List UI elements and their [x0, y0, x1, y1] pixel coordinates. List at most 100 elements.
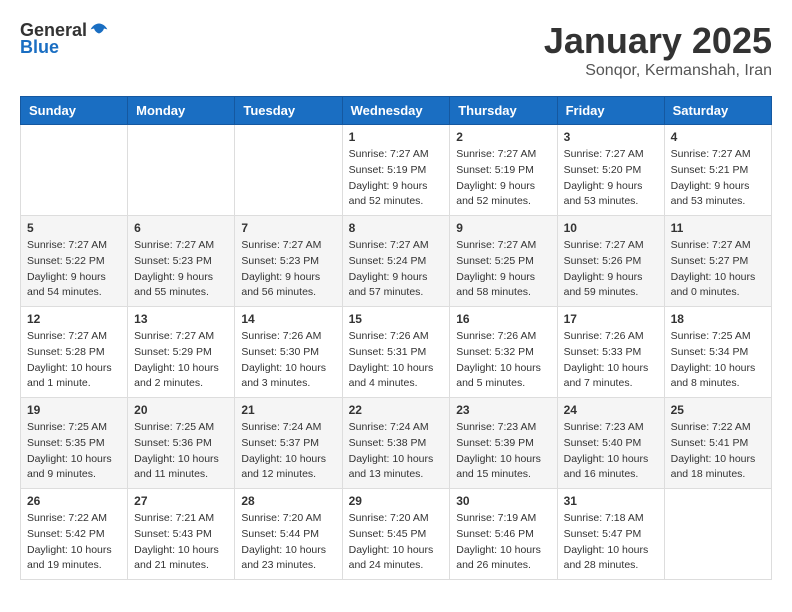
day-info: Sunrise: 7:27 AM Sunset: 5:23 PM Dayligh… [241, 238, 335, 301]
day-info: Sunrise: 7:27 AM Sunset: 5:29 PM Dayligh… [134, 329, 228, 392]
day-info: Sunrise: 7:21 AM Sunset: 5:43 PM Dayligh… [134, 511, 228, 574]
calendar-day-cell: 4 Sunrise: 7:27 AM Sunset: 5:21 PM Daylig… [664, 125, 771, 216]
day-info: Sunrise: 7:25 AM Sunset: 5:35 PM Dayligh… [27, 420, 121, 483]
day-info: Sunrise: 7:27 AM Sunset: 5:26 PM Dayligh… [564, 238, 658, 301]
day-info: Sunrise: 7:25 AM Sunset: 5:34 PM Dayligh… [671, 329, 765, 392]
day-of-week-header: Tuesday [235, 97, 342, 125]
day-number: 16 [456, 312, 550, 326]
day-info: Sunrise: 7:20 AM Sunset: 5:44 PM Dayligh… [241, 511, 335, 574]
day-number: 4 [671, 130, 765, 144]
calendar-day-cell: 12Sunrise: 7:27 AM Sunset: 5:28 PM Dayli… [21, 307, 128, 398]
day-number: 15 [349, 312, 444, 326]
day-number: 22 [349, 403, 444, 417]
calendar-day-cell: 6 Sunrise: 7:27 AM Sunset: 5:23 PM Daylig… [128, 216, 235, 307]
day-number: 26 [27, 494, 121, 508]
day-info: Sunrise: 7:20 AM Sunset: 5:45 PM Dayligh… [349, 511, 444, 574]
day-number: 23 [456, 403, 550, 417]
day-of-week-header: Monday [128, 97, 235, 125]
page-header: General Blue January 2025 Sonqor, Kerman… [20, 20, 772, 80]
day-number: 18 [671, 312, 765, 326]
calendar-day-cell: 13 Sunrise: 7:27 AM Sunset: 5:29 PM Dayli… [128, 307, 235, 398]
day-info: Sunrise: 7:27 AM Sunset: 5:25 PM Dayligh… [456, 238, 550, 301]
calendar-day-cell: 3 Sunrise: 7:27 AM Sunset: 5:20 PM Daylig… [557, 125, 664, 216]
day-number: 2 [456, 130, 550, 144]
day-number: 1 [349, 130, 444, 144]
calendar-day-cell: 29 Sunrise: 7:20 AM Sunset: 5:45 PM Dayli… [342, 489, 450, 580]
day-number: 6 [134, 221, 228, 235]
calendar-empty-cell [235, 125, 342, 216]
calendar-day-cell: 21Sunrise: 7:24 AM Sunset: 5:37 PM Dayli… [235, 398, 342, 489]
day-of-week-header: Saturday [664, 97, 771, 125]
calendar-day-cell: 8 Sunrise: 7:27 AM Sunset: 5:24 PM Daylig… [342, 216, 450, 307]
calendar-empty-cell [664, 489, 771, 580]
calendar-header-row: SundayMondayTuesdayWednesdayThursdayFrid… [21, 97, 772, 125]
day-info: Sunrise: 7:23 AM Sunset: 5:39 PM Dayligh… [456, 420, 550, 483]
calendar-day-cell: 26 Sunrise: 7:22 AM Sunset: 5:42 PM Dayli… [21, 489, 128, 580]
day-number: 8 [349, 221, 444, 235]
logo: General Blue [20, 20, 109, 58]
day-number: 5 [27, 221, 121, 235]
calendar-day-cell: 28 Sunrise: 7:20 AM Sunset: 5:44 PM Dayli… [235, 489, 342, 580]
day-info: Sunrise: 7:26 AM Sunset: 5:33 PM Dayligh… [564, 329, 658, 392]
day-info: Sunrise: 7:24 AM Sunset: 5:38 PM Dayligh… [349, 420, 444, 483]
day-info: Sunrise: 7:23 AM Sunset: 5:40 PM Dayligh… [564, 420, 658, 483]
day-info: Sunrise: 7:27 AM Sunset: 5:21 PM Dayligh… [671, 147, 765, 210]
day-number: 11 [671, 221, 765, 235]
day-number: 25 [671, 403, 765, 417]
calendar-day-cell: 18 Sunrise: 7:25 AM Sunset: 5:34 PM Dayli… [664, 307, 771, 398]
day-number: 20 [134, 403, 228, 417]
day-of-week-header: Friday [557, 97, 664, 125]
calendar-day-cell: 24Sunrise: 7:23 AM Sunset: 5:40 PM Dayli… [557, 398, 664, 489]
month-title: January 2025 [544, 20, 772, 62]
day-info: Sunrise: 7:18 AM Sunset: 5:47 PM Dayligh… [564, 511, 658, 574]
calendar-day-cell: 23 Sunrise: 7:23 AM Sunset: 5:39 PM Dayli… [450, 398, 557, 489]
calendar-day-cell: 25Sunrise: 7:22 AM Sunset: 5:41 PM Dayli… [664, 398, 771, 489]
calendar-week-row: 19 Sunrise: 7:25 AM Sunset: 5:35 PM Dayli… [21, 398, 772, 489]
calendar-empty-cell [21, 125, 128, 216]
day-info: Sunrise: 7:27 AM Sunset: 5:28 PM Dayligh… [27, 329, 121, 392]
calendar-day-cell: 30Sunrise: 7:19 AM Sunset: 5:46 PM Dayli… [450, 489, 557, 580]
logo-blue-text: Blue [20, 37, 59, 58]
day-number: 17 [564, 312, 658, 326]
calendar-day-cell: 27 Sunrise: 7:21 AM Sunset: 5:43 PM Dayli… [128, 489, 235, 580]
day-info: Sunrise: 7:24 AM Sunset: 5:37 PM Dayligh… [241, 420, 335, 483]
day-number: 29 [349, 494, 444, 508]
day-number: 28 [241, 494, 335, 508]
calendar-day-cell: 15 Sunrise: 7:26 AM Sunset: 5:31 PM Dayli… [342, 307, 450, 398]
day-number: 27 [134, 494, 228, 508]
calendar-week-row: 1 Sunrise: 7:27 AM Sunset: 5:19 PM Daylig… [21, 125, 772, 216]
calendar-table: SundayMondayTuesdayWednesdayThursdayFrid… [20, 96, 772, 580]
title-section: January 2025 Sonqor, Kermanshah, Iran [544, 20, 772, 80]
day-number: 19 [27, 403, 121, 417]
day-number: 9 [456, 221, 550, 235]
day-number: 10 [564, 221, 658, 235]
calendar-week-row: 26 Sunrise: 7:22 AM Sunset: 5:42 PM Dayli… [21, 489, 772, 580]
day-info: Sunrise: 7:27 AM Sunset: 5:22 PM Dayligh… [27, 238, 121, 301]
day-info: Sunrise: 7:26 AM Sunset: 5:32 PM Dayligh… [456, 329, 550, 392]
calendar-week-row: 5 Sunrise: 7:27 AM Sunset: 5:22 PM Daylig… [21, 216, 772, 307]
day-info: Sunrise: 7:27 AM Sunset: 5:24 PM Dayligh… [349, 238, 444, 301]
calendar-day-cell: 31Sunrise: 7:18 AM Sunset: 5:47 PM Dayli… [557, 489, 664, 580]
day-number: 13 [134, 312, 228, 326]
calendar-week-row: 12Sunrise: 7:27 AM Sunset: 5:28 PM Dayli… [21, 307, 772, 398]
day-info: Sunrise: 7:27 AM Sunset: 5:19 PM Dayligh… [349, 147, 444, 210]
day-info: Sunrise: 7:27 AM Sunset: 5:27 PM Dayligh… [671, 238, 765, 301]
day-info: Sunrise: 7:27 AM Sunset: 5:20 PM Dayligh… [564, 147, 658, 210]
calendar-day-cell: 10 Sunrise: 7:27 AM Sunset: 5:26 PM Dayli… [557, 216, 664, 307]
calendar-day-cell: 5 Sunrise: 7:27 AM Sunset: 5:22 PM Daylig… [21, 216, 128, 307]
calendar-day-cell: 20 Sunrise: 7:25 AM Sunset: 5:36 PM Dayli… [128, 398, 235, 489]
day-number: 3 [564, 130, 658, 144]
calendar-day-cell: 7 Sunrise: 7:27 AM Sunset: 5:23 PM Daylig… [235, 216, 342, 307]
calendar-day-cell: 17 Sunrise: 7:26 AM Sunset: 5:33 PM Dayli… [557, 307, 664, 398]
day-info: Sunrise: 7:27 AM Sunset: 5:23 PM Dayligh… [134, 238, 228, 301]
calendar-day-cell: 2Sunrise: 7:27 AM Sunset: 5:19 PM Daylig… [450, 125, 557, 216]
day-info: Sunrise: 7:22 AM Sunset: 5:42 PM Dayligh… [27, 511, 121, 574]
day-number: 7 [241, 221, 335, 235]
day-of-week-header: Sunday [21, 97, 128, 125]
calendar-day-cell: 9 Sunrise: 7:27 AM Sunset: 5:25 PM Daylig… [450, 216, 557, 307]
logo-bird-icon [89, 21, 109, 41]
day-number: 30 [456, 494, 550, 508]
day-info: Sunrise: 7:25 AM Sunset: 5:36 PM Dayligh… [134, 420, 228, 483]
day-info: Sunrise: 7:26 AM Sunset: 5:30 PM Dayligh… [241, 329, 335, 392]
day-info: Sunrise: 7:26 AM Sunset: 5:31 PM Dayligh… [349, 329, 444, 392]
